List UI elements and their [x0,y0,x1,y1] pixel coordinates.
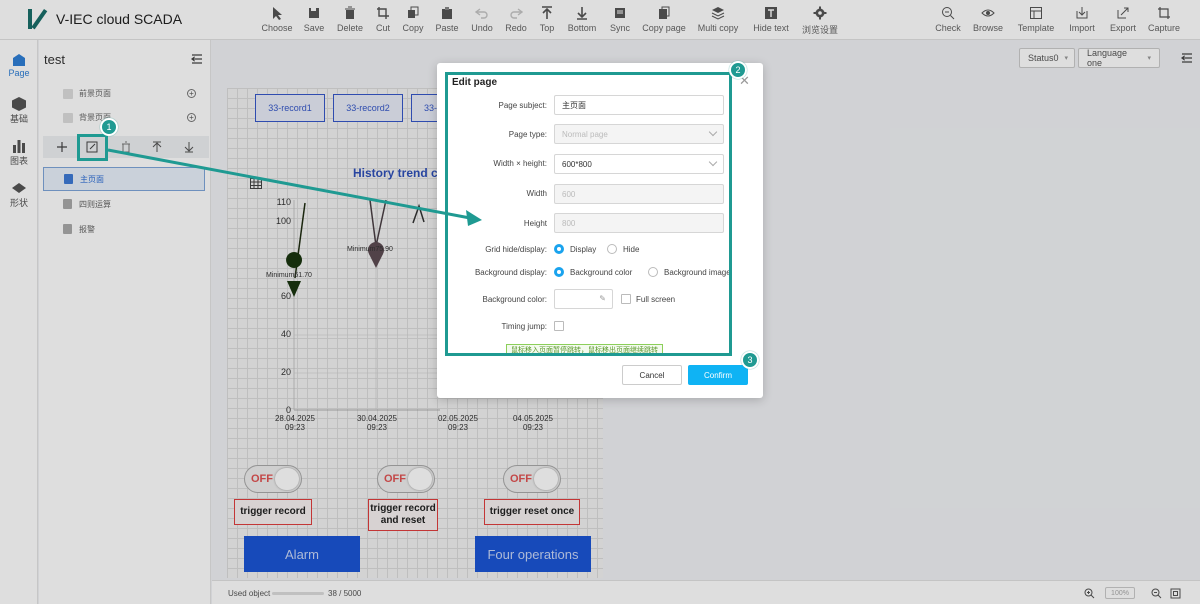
annotation-arrow [107,148,482,226]
